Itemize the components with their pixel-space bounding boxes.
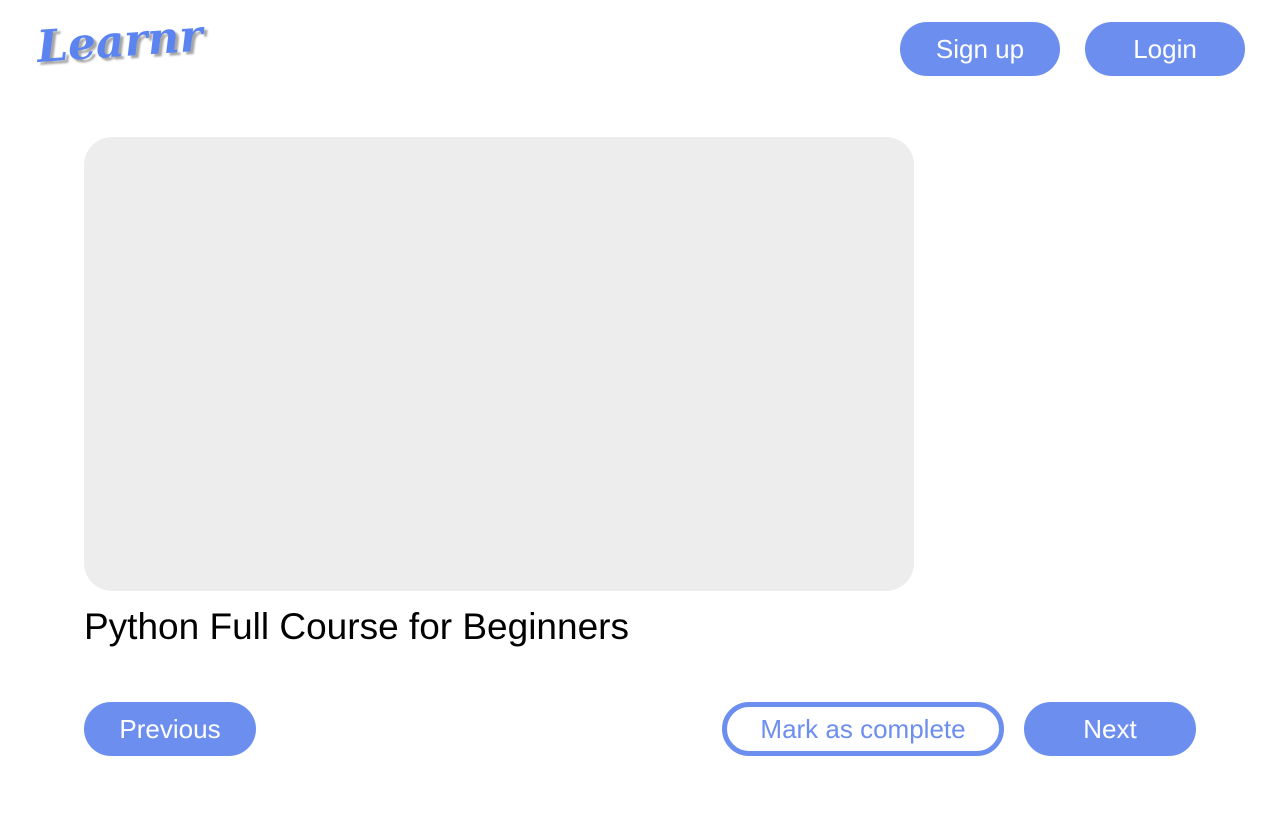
course-title: Python Full Course for Beginners xyxy=(84,606,629,647)
login-button[interactable]: Login xyxy=(1085,22,1245,76)
logo[interactable]: Learnr xyxy=(35,10,204,72)
next-button[interactable]: Next xyxy=(1024,702,1196,756)
mark-complete-button[interactable]: Mark as complete xyxy=(722,702,1004,756)
previous-button[interactable]: Previous xyxy=(84,702,256,756)
video-player[interactable] xyxy=(84,137,914,591)
signup-button[interactable]: Sign up xyxy=(900,22,1060,76)
